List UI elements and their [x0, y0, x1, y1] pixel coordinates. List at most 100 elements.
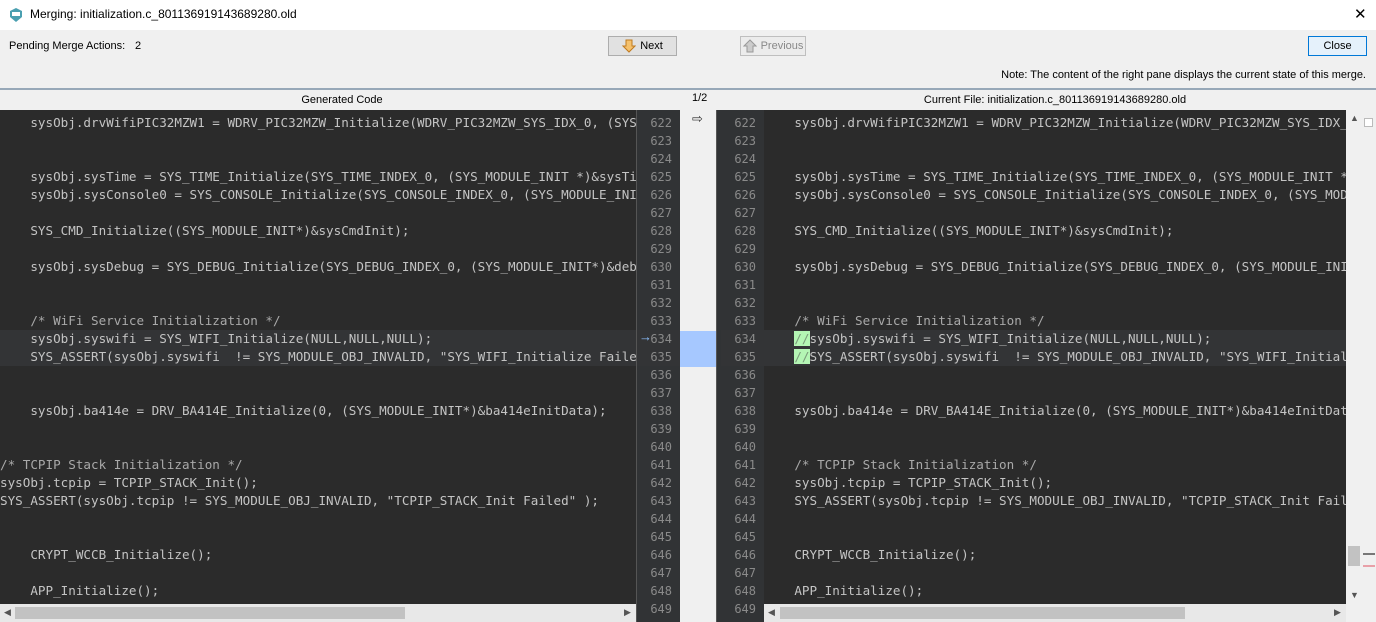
line-number: 633 — [734, 314, 756, 328]
right-horizontal-scrollbar[interactable]: ◀ ▶ — [764, 604, 1346, 622]
line-number: 628 — [650, 224, 672, 238]
line-number: 647 — [734, 566, 756, 580]
pane-headers: Generated Code 1/2 Current File: initial… — [0, 88, 1376, 110]
code-text: sysObj.syswifi = SYS_WIFI_Initialize(NUL… — [809, 331, 1212, 346]
app-logo-icon — [10, 8, 22, 22]
code-line: SYS_ASSERT(sysObj.syswifi != SYS_MODULE_… — [0, 348, 636, 366]
left-horizontal-scrollbar[interactable]: ◀ ▶ — [0, 604, 636, 622]
code-line: sysObj.sysTime = SYS_TIME_Initialize(SYS… — [794, 169, 1346, 184]
line-number: 630 — [650, 260, 672, 274]
line-number: 635 — [721, 348, 764, 366]
left-pane-header: Generated Code — [301, 94, 383, 106]
line-number: 631 — [734, 278, 756, 292]
right-code-pane[interactable]: sysObj.drvWifiPIC32MZW1 = WDRV_PIC32MZW_… — [764, 110, 1346, 604]
merge-column: ⇨ — [680, 110, 716, 622]
change-marker[interactable] — [680, 331, 716, 367]
scroll-left-icon[interactable]: ◀ — [4, 607, 11, 618]
line-number: 640 — [734, 440, 756, 454]
code-line: /* WiFi Service Initialization */ — [0, 313, 281, 328]
line-number: 640 — [650, 440, 672, 454]
window-close-button[interactable]: ✕ — [1354, 5, 1367, 23]
right-pane-header: Current File: initialization.c_801136919… — [923, 94, 1187, 106]
right-line-numbers: 622 623 624 625 626 627 628 629 630 631 632 633 634 6… — [716, 110, 764, 622]
left-code-pane[interactable]: sysObj.drvWifiPIC32MZW1 = WDRV_PIC32MZW_… — [0, 110, 636, 604]
previous-button[interactable]: Previous — [740, 36, 806, 56]
line-number: 641 — [734, 458, 756, 472]
code-line: sysObj.ba414e = DRV_BA414E_Initialize(0,… — [764, 403, 1346, 418]
line-number: 626 — [650, 188, 672, 202]
line-number: 623 — [734, 134, 756, 148]
code-line: sysObj.drvWifiPIC32MZW1 = WDRV_PIC32MZW_… — [30, 115, 636, 130]
next-button[interactable]: Next — [608, 36, 677, 56]
toolbar: Pending Merge Actions: 2 Next Previous C… — [0, 30, 1376, 88]
scroll-up-icon[interactable]: ▲ — [1350, 113, 1359, 123]
code-line: sysObj.ba414e = DRV_BA414E_Initialize(0,… — [0, 403, 607, 418]
merge-note: Note: The content of the right pane disp… — [1001, 69, 1366, 81]
line-number: 643 — [734, 494, 756, 508]
line-number: 628 — [734, 224, 756, 238]
previous-label: Previous — [760, 40, 804, 52]
change-counter: 1/2 — [692, 92, 708, 104]
right-hscroll-thumb[interactable] — [780, 607, 1185, 619]
line-number: 644 — [650, 512, 672, 526]
line-number: 645 — [650, 530, 672, 544]
line-number: 630 — [734, 260, 756, 274]
code-line: sysObj.tcpip = TCPIP_STACK_Init(); — [764, 475, 1053, 490]
line-number: 638 — [650, 404, 672, 418]
merge-arrow-icon[interactable]: → — [639, 329, 652, 344]
code-line: SYS_CMD_Initialize((SYS_MODULE_INIT*)&sy… — [0, 223, 410, 238]
ruler-checkbox[interactable] — [1364, 118, 1373, 127]
code-line: //sysObj.syswifi = SYS_WIFI_Initialize(N… — [764, 330, 1346, 348]
scroll-left-icon[interactable]: ◀ — [768, 607, 775, 618]
scroll-right-icon[interactable]: ▶ — [624, 607, 631, 618]
line-number: 643 — [650, 494, 672, 508]
line-number: 638 — [734, 404, 756, 418]
code-line: CRYPT_WCCB_Initialize(); — [0, 547, 213, 562]
code-line: SYS_ASSERT(sysObj.tcpip != SYS_MODULE_OB… — [0, 493, 599, 508]
line-number: 625 — [734, 170, 756, 184]
code-line: APP_Initialize(); — [0, 583, 160, 598]
code-text: SYS_ASSERT(sysObj.syswifi != SYS_MODULE_… — [809, 349, 1346, 364]
line-number: 636 — [734, 368, 756, 382]
current-change-icon: ⇨ — [692, 111, 703, 126]
left-hscroll-thumb[interactable] — [15, 607, 405, 619]
ruler-change-mark — [1363, 565, 1375, 567]
line-number: 624 — [734, 152, 756, 166]
code-line: sysObj.drvWifiPIC32MZW1 = WDRV_PIC32MZW_… — [794, 115, 1346, 130]
close-label: Close — [1323, 40, 1352, 52]
code-line: sysObj.sysConsole0 = SYS_CONSOLE_Initial… — [30, 187, 636, 202]
line-number: 625 — [650, 170, 672, 184]
code-line: SYS_ASSERT(sysObj.tcpip != SYS_MODULE_OB… — [764, 493, 1346, 508]
line-number: 644 — [734, 512, 756, 526]
code-line: sysObj.sysDebug = SYS_DEBUG_Initialize(S… — [794, 259, 1346, 274]
scroll-right-icon[interactable]: ▶ — [1334, 607, 1341, 618]
line-number: 642 — [734, 476, 756, 490]
comment-prefix: // — [794, 349, 810, 364]
close-button[interactable]: Close — [1308, 36, 1367, 56]
code-line: CRYPT_WCCB_Initialize(); — [764, 547, 977, 562]
code-line: sysObj.sysConsole0 = SYS_CONSOLE_Initial… — [794, 187, 1346, 202]
next-label: Next — [640, 40, 663, 52]
code-line: /* TCPIP Stack Initialization */ — [0, 457, 243, 472]
scroll-down-icon[interactable]: ▼ — [1350, 590, 1359, 600]
pending-label: Pending Merge Actions: — [9, 40, 126, 52]
code-line: SYS_CMD_Initialize((SYS_MODULE_INIT*)&sy… — [764, 223, 1174, 238]
line-number: 629 — [734, 242, 756, 256]
line-number: 646 — [734, 548, 756, 562]
scroll-thumb[interactable] — [1348, 546, 1360, 566]
vertical-scrollbar[interactable]: ▲ ▼ — [1346, 110, 1362, 604]
